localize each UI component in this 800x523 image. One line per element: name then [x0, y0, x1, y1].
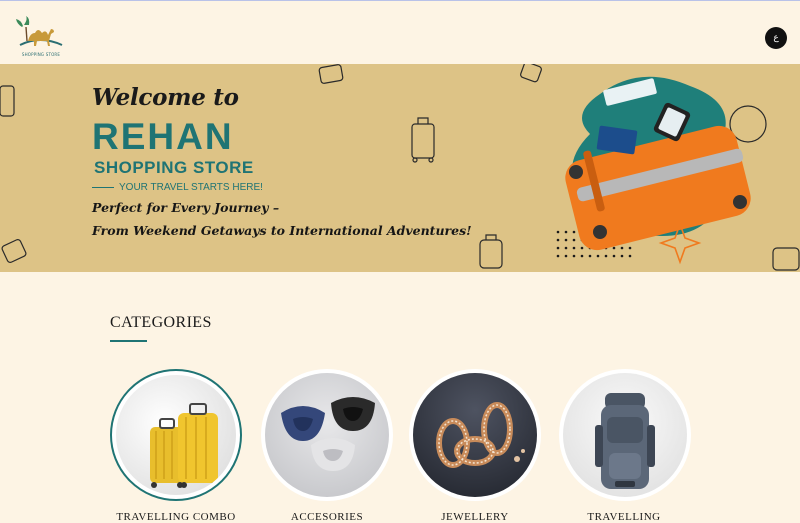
category-jewellery[interactable]	[409, 369, 541, 501]
hero-welcome: Welcome to	[92, 84, 239, 111]
category-label[interactable]: ACCESORIES	[252, 511, 402, 523]
backpack-image	[563, 373, 687, 497]
bangles-image	[413, 373, 537, 497]
hero-line-2: From Weekend Getaways to International A…	[92, 223, 472, 238]
luggage-set-image	[116, 375, 236, 495]
categories-heading-underline	[110, 340, 147, 342]
hero-store-name: SHOPPING STORE	[94, 158, 254, 177]
hero-line-1: Perfect for Every Journey –	[92, 200, 280, 215]
neck-pillow-image	[265, 373, 389, 497]
category-accesories[interactable]	[261, 369, 393, 501]
store-logo[interactable]: SHOPPING STORE	[14, 15, 66, 59]
hero-tagline: YOUR TRAVEL STARTS HERE!	[92, 182, 263, 193]
category-travelling[interactable]	[559, 369, 691, 501]
logo-caption: SHOPPING STORE	[21, 52, 61, 57]
tagline-rule	[92, 186, 114, 189]
categories-heading: CATEGORIES	[110, 314, 212, 331]
tagline-text: YOUR TRAVEL STARTS HERE!	[119, 182, 263, 193]
category-label[interactable]: JEWELLERY	[400, 511, 550, 523]
hero-banner: Welcome to REHAN SHOPPING STORE YOUR TRA…	[0, 64, 800, 272]
camel-logo-icon	[16, 16, 63, 46]
category-label[interactable]: TRAVELLING COMBO	[101, 511, 251, 523]
category-travelling-combo[interactable]	[110, 369, 242, 501]
hero-brand-name: REHAN	[92, 116, 234, 157]
language-toggle-button[interactable]: ع	[765, 27, 787, 49]
category-label[interactable]: TRAVELLING	[549, 511, 699, 523]
site-header: SHOPPING STORE ع	[0, 1, 800, 64]
